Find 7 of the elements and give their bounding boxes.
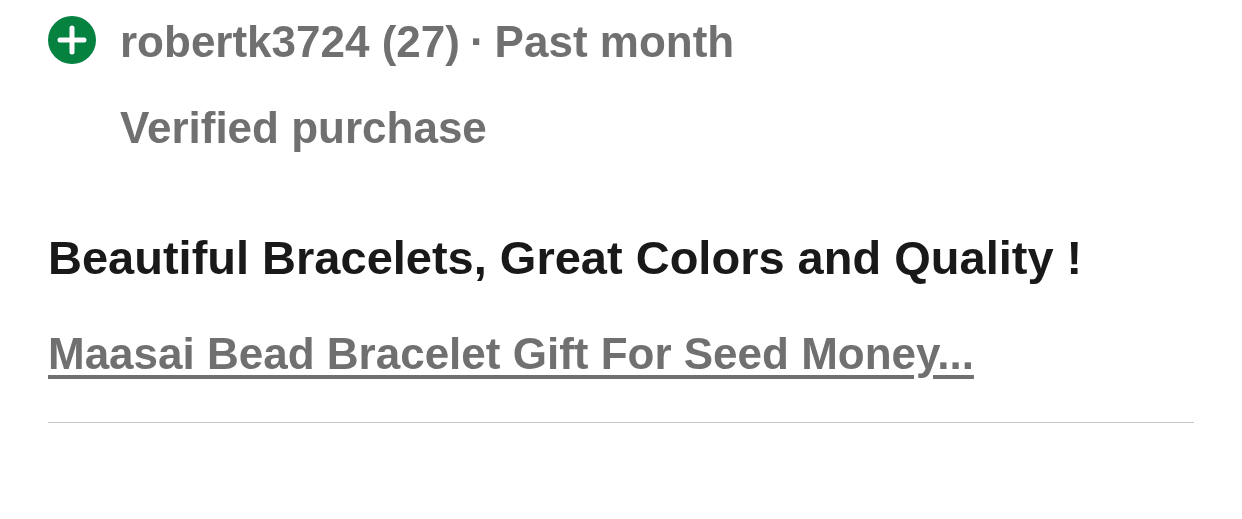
verified-label: Verified purchase — [120, 102, 488, 154]
review-title: Beautiful Bracelets, Great Colors and Quality ! — [48, 230, 1084, 286]
review-time: Past month — [494, 16, 735, 68]
item-link[interactable]: Maasai Bead Bracelet Gift For Seed Money... — [48, 326, 974, 382]
plus-icon — [48, 16, 96, 64]
reviewer-name: robertk3724 (27) — [120, 16, 460, 68]
separator: · — [469, 16, 485, 68]
